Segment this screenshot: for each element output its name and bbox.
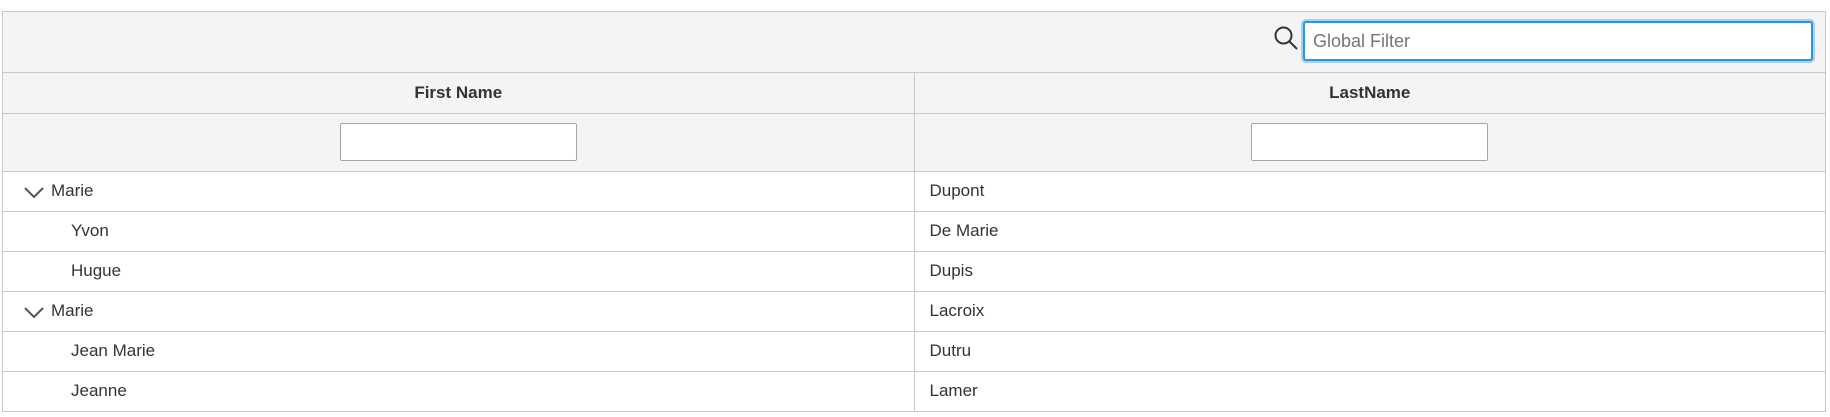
table-body: Marie Dupont Yvon De Marie Hugue Dupis Marie La… [3, 171, 1825, 411]
cell-last-name: Dupis [914, 251, 1825, 292]
table-row[interactable]: Marie Lacroix [3, 291, 1825, 332]
cell-first-name: Marie [3, 291, 915, 332]
cell-last-name: Lamer [914, 371, 1825, 411]
chevron-down-icon[interactable] [23, 184, 45, 200]
last-name-text: Lacroix [929, 301, 985, 320]
cell-last-name: De Marie [914, 211, 1825, 252]
global-filter-input[interactable] [1303, 21, 1813, 61]
filter-cell-first-name [3, 113, 915, 172]
last-name-text: De Marie [929, 221, 999, 240]
table-caption [3, 12, 1825, 73]
first-name-filter-input[interactable] [339, 123, 577, 161]
search-icon [1274, 26, 1298, 50]
cell-first-name: Hugue [3, 251, 915, 292]
table-row[interactable]: Jean Marie Dutru [3, 331, 1825, 372]
last-name-text: Dupont [929, 181, 985, 200]
cell-first-name: Yvon [3, 211, 915, 252]
last-name-text: Dupis [929, 261, 973, 280]
first-name-text: Jeanne [71, 381, 127, 401]
table-row[interactable]: Yvon De Marie [3, 211, 1825, 252]
cell-first-name: Jeanne [3, 371, 915, 411]
first-name-text: Hugue [71, 261, 122, 280]
filter-cell-last-name [914, 113, 1825, 172]
first-name-text: Marie [51, 181, 94, 200]
first-name-text: Marie [51, 301, 94, 320]
column-header-first-name[interactable]: First Name [3, 73, 915, 114]
data-table: First Name LastName Marie Dupont Yvon De Ma… [3, 73, 1825, 411]
first-name-text: Jean Marie [71, 341, 156, 360]
last-name-filter-input[interactable] [1251, 123, 1489, 161]
table-row[interactable]: Marie Dupont [3, 171, 1825, 212]
cell-last-name: Lacroix [914, 291, 1825, 332]
cell-last-name: Dutru [914, 331, 1825, 372]
table-row[interactable]: Hugue Dupis [3, 251, 1825, 292]
last-name-text: Lamer [929, 381, 978, 401]
chevron-down-icon[interactable] [23, 304, 45, 320]
first-name-text: Yvon [71, 221, 109, 240]
table-row[interactable]: Jeanne Lamer [3, 371, 1825, 411]
last-name-text: Dutru [929, 341, 972, 360]
tree-table: First Name LastName Marie Dupont Yvon De Ma… [2, 11, 1826, 412]
cell-first-name: Jean Marie [3, 331, 915, 372]
cell-last-name: Dupont [914, 171, 1825, 212]
cell-first-name: Marie [3, 171, 915, 212]
column-header-last-name[interactable]: LastName [914, 73, 1825, 114]
